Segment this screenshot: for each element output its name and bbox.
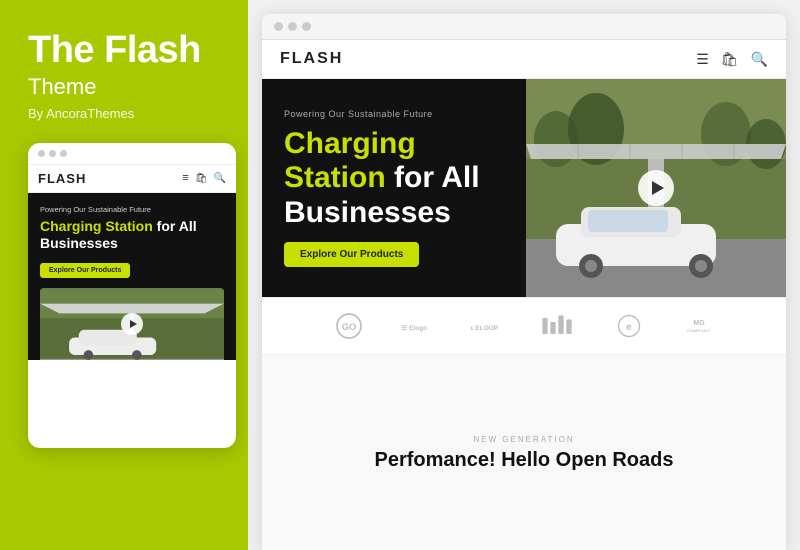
site-hero-title: ChargingStation for AllBusinesses bbox=[284, 127, 504, 231]
mobile-hero-title-yellow: Charging Station bbox=[40, 218, 153, 234]
browser-dot-1 bbox=[274, 22, 283, 31]
svg-text:ε ELOOP: ε ELOOP bbox=[471, 325, 499, 332]
logo-eloop-svg: ε ELOOP bbox=[469, 312, 509, 340]
bottom-heading: Perfomance! Hello Open Roads bbox=[375, 448, 674, 473]
hero-subtitle: Powering Our Sustainable Future bbox=[284, 109, 504, 119]
site-hero: Powering Our Sustainable Future Charging… bbox=[262, 79, 786, 297]
logo-go-svg: GO bbox=[329, 312, 369, 340]
by-line: By AncoraThemes bbox=[28, 106, 134, 121]
mobile-dot-3 bbox=[60, 150, 67, 157]
logos-bar: GO ☰ Elogo ε ELOOP bbox=[262, 297, 786, 355]
svg-text:COMPANY: COMPANY bbox=[687, 328, 711, 333]
hero-car-scene bbox=[526, 79, 786, 297]
search-icon[interactable]: 🔍 bbox=[751, 51, 768, 68]
mobile-dots bbox=[38, 150, 67, 157]
svg-text:e: e bbox=[626, 322, 632, 333]
theme-subtitle: Theme bbox=[28, 74, 96, 100]
logo-company-svg: MG COMPANY bbox=[679, 312, 719, 340]
logo-eloop: ε ELOOP bbox=[469, 312, 509, 340]
svg-text:GO: GO bbox=[342, 322, 357, 332]
browser-dots bbox=[274, 22, 311, 31]
browser-mockup: FLASH ☰ 🛍 🔍 Powering Our Sustainable Fut… bbox=[262, 14, 786, 550]
svg-text:☰ Elogo: ☰ Elogo bbox=[402, 325, 428, 332]
browser-dot-2 bbox=[288, 22, 297, 31]
mobile-hero-title: Charging Station for All Businesses bbox=[40, 218, 224, 252]
bottom-section: NEW GENERATION Perfomance! Hello Open Ro… bbox=[262, 355, 786, 550]
mobile-nav-icons: ≡ 🛍 🔍 bbox=[182, 172, 226, 184]
site-cta-btn[interactable]: Explore Our Products bbox=[284, 242, 419, 267]
logo-circular-svg: e bbox=[609, 312, 649, 340]
browser-top-bar bbox=[262, 14, 786, 40]
browser-content: FLASH ☰ 🛍 🔍 Powering Our Sustainable Fut… bbox=[262, 40, 786, 550]
mobile-dot-1 bbox=[38, 150, 45, 157]
logo-bars-svg bbox=[539, 312, 579, 340]
hero-play-btn[interactable] bbox=[638, 170, 674, 206]
mobile-site-logo: FLASH bbox=[38, 171, 86, 186]
mobile-menu-icon: ≡ bbox=[182, 172, 188, 184]
site-hero-left: Powering Our Sustainable Future Charging… bbox=[262, 79, 526, 297]
bag-icon[interactable]: 🛍 bbox=[721, 51, 739, 68]
mobile-hero: Powering Our Sustainable Future Charging… bbox=[28, 193, 236, 361]
theme-title: The Flash bbox=[28, 30, 201, 72]
menu-icon[interactable]: ☰ bbox=[696, 51, 709, 68]
mobile-play-btn[interactable] bbox=[121, 313, 143, 335]
site-nav: FLASH ☰ 🛍 🔍 bbox=[262, 40, 786, 79]
logo-elogo-svg: ☰ Elogo bbox=[399, 312, 439, 340]
mobile-browser-bar bbox=[28, 143, 236, 165]
mobile-hero-subtitle: Powering Our Sustainable Future bbox=[40, 205, 224, 214]
logo-circular: e bbox=[609, 312, 649, 340]
mobile-mockup: FLASH ≡ 🛍 🔍 Powering Our Sustainable Fut… bbox=[28, 143, 236, 448]
logo-go: GO bbox=[329, 312, 369, 340]
site-hero-right bbox=[526, 79, 786, 297]
mobile-cta-btn[interactable]: Explore Our Products bbox=[40, 263, 130, 278]
mobile-dot-2 bbox=[49, 150, 56, 157]
logo-company: MG COMPANY bbox=[679, 312, 719, 340]
right-panel: FLASH ☰ 🛍 🔍 Powering Our Sustainable Fut… bbox=[248, 0, 800, 550]
mobile-search-icon: 🔍 bbox=[214, 173, 226, 184]
logo-elogo: ☰ Elogo bbox=[399, 312, 439, 340]
site-logo: FLASH bbox=[280, 50, 343, 68]
browser-dot-3 bbox=[302, 22, 311, 31]
new-generation-label: NEW GENERATION bbox=[473, 435, 574, 444]
mobile-nav-bar: FLASH ≡ 🛍 🔍 bbox=[28, 165, 236, 193]
mobile-bag-icon: 🛍 bbox=[195, 173, 208, 184]
site-nav-icons: ☰ 🛍 🔍 bbox=[696, 51, 768, 68]
left-panel: The Flash Theme By AncoraThemes FLASH ≡ … bbox=[0, 0, 248, 550]
svg-text:MG: MG bbox=[693, 320, 705, 327]
logo-bars bbox=[539, 312, 579, 340]
mobile-hero-image bbox=[40, 288, 224, 360]
